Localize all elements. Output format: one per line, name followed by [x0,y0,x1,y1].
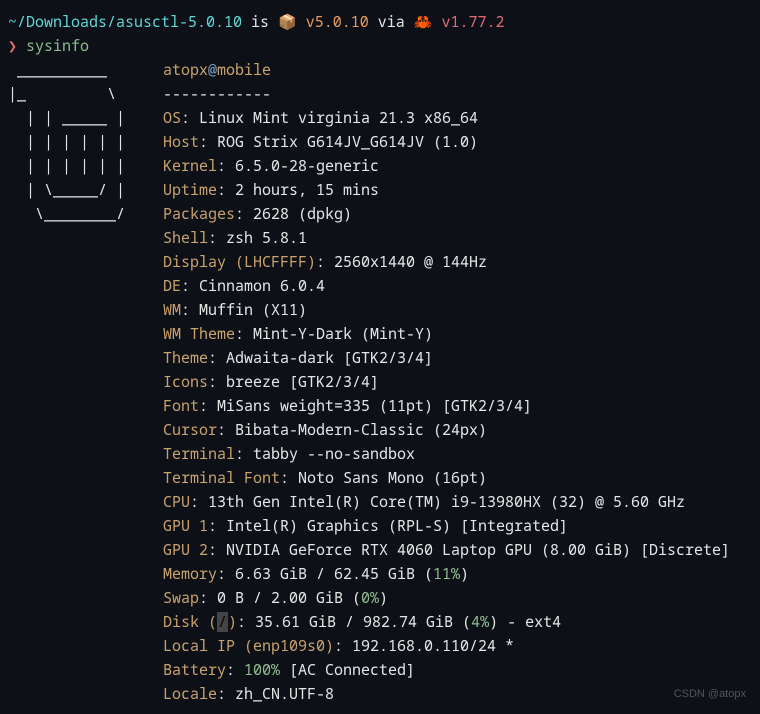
info-row: GPU 2: NVIDIA GeForce RTX 4060 Laptop GP… [163,538,752,562]
info-row: Icons: breeze [GTK2/3/4] [163,370,752,394]
info-label: Host [163,132,199,152]
info-value: : tabby --no-sandbox [235,444,415,464]
info-label: Uptime [163,180,217,200]
info-value: : Cinnamon 6.0.4 [181,276,325,296]
swap-pct: 0% [361,588,379,608]
info-value: : ROG Strix G614JV_G614JV (1.0) [199,132,478,152]
info-label: Terminal [163,444,235,464]
package-icon: 📦 [278,12,306,32]
info-row: Host: ROG Strix G614JV_G614JV (1.0) [163,130,752,154]
info-label: Kernel [163,156,217,176]
info-value: : Bibata-Modern-Classic (24px) [217,420,487,440]
info-label: CPU [163,492,190,512]
info-column: atopx@mobile ------------ OS: Linux Mint… [163,58,752,706]
info-row: Display (LHCFFFF): 2560x1440 @ 144Hz [163,250,752,274]
watermark: CSDN @atopx [674,686,746,704]
info-row: Packages: 2628 (dpkg) [163,202,752,226]
info-value: : 6.5.0-28-generic [217,156,379,176]
memory-pct: 11% [433,564,460,584]
command-text: sysinfo [26,36,89,56]
info-label: WM [163,300,181,320]
info-row: Shell: zsh 5.8.1 [163,226,752,250]
info-label: Shell [163,228,208,248]
info-value: : Intel(R) Graphics (RPL-S) [Integrated] [208,516,568,536]
user-host-line: atopx@mobile [163,58,752,82]
info-row: Terminal Font: Noto Sans Mono (16pt) [163,466,752,490]
info-value: : 2560x1440 @ 144Hz [316,252,487,272]
info-value: : 13th Gen Intel(R) Core(TM) i9-13980HX … [190,492,685,512]
info-row: Terminal: tabby --no-sandbox [163,442,752,466]
info-row: WM Theme: Mint-Y-Dark (Mint-Y) [163,322,752,346]
info-label: Font [163,396,199,416]
info-value: : Muffin (X11) [181,300,307,320]
info-label: GPU 2 [163,540,208,560]
crab-icon: 🦀 [414,12,442,32]
prompt-indicator: ❯ [8,36,26,56]
info-label: Display (LHCFFFF) [163,252,316,272]
username: atopx [163,60,208,80]
info-row: GPU 1: Intel(R) Graphics (RPL-S) [Integr… [163,514,752,538]
info-label: Theme [163,348,208,368]
info-row: DE: Cinnamon 6.0.4 [163,274,752,298]
disk-pct: 4% [471,612,489,632]
swap-row: Swap: 0 B / 2.00 GiB (0%) [163,586,752,610]
info-row: WM: Muffin (X11) [163,298,752,322]
info-value: : Mint-Y-Dark (Mint-Y) [235,324,433,344]
prompt-path: ~/Downloads/asusctl-5.0.10 [8,12,242,32]
hostname: mobile [217,60,271,80]
battery-pct: 100% [244,660,280,680]
battery-row: Battery: 100% [AC Connected] [163,658,752,682]
rust-version: v1.77.2 [441,12,504,32]
disk-mount: / [217,612,228,632]
sysinfo-output: __________ |_ \ | | _____ | | | | | | | … [8,58,752,706]
pkg-version: v5.0.10 [306,12,369,32]
localip-row: Local IP (enp109s0): 192.168.0.110/24 * [163,634,752,658]
info-label: Icons [163,372,208,392]
info-value: : 2628 (dpkg) [235,204,352,224]
info-value: : 2 hours, 15 mins [217,180,379,200]
ascii-logo: __________ |_ \ | | _____ | | | | | | | … [8,58,163,706]
info-value: : zsh 5.8.1 [208,228,307,248]
info-value: : Noto Sans Mono (16pt) [280,468,487,488]
prompt-line: ~/Downloads/asusctl-5.0.10 is 📦 v5.0.10 … [8,10,752,34]
memory-row: Memory: 6.63 GiB / 62.45 GiB (11%) [163,562,752,586]
info-label: Packages [163,204,235,224]
info-value: : NVIDIA GeForce RTX 4060 Laptop GPU (8.… [208,540,730,560]
info-label: WM Theme [163,324,235,344]
info-label: OS [163,108,181,128]
info-label: GPU 1 [163,516,208,536]
info-row: Cursor: Bibata-Modern-Classic (24px) [163,418,752,442]
info-value: : breeze [GTK2/3/4] [208,372,379,392]
info-row: Font: MiSans weight=335 (11pt) [GTK2/3/4… [163,394,752,418]
info-label: DE [163,276,181,296]
info-label: Cursor [163,420,217,440]
info-row: Theme: Adwaita-dark [GTK2/3/4] [163,346,752,370]
command-line[interactable]: ❯ sysinfo [8,34,752,58]
info-value: : MiSans weight=335 (11pt) [GTK2/3/4] [199,396,532,416]
info-row: Kernel: 6.5.0-28-generic [163,154,752,178]
info-value: : Adwaita-dark [GTK2/3/4] [208,348,433,368]
info-row: CPU: 13th Gen Intel(R) Core(TM) i9-13980… [163,490,752,514]
info-row: OS: Linux Mint virginia 21.3 x86_64 [163,106,752,130]
locale-row: Locale: zh_CN.UTF-8 [163,682,752,706]
info-label: Terminal Font [163,468,280,488]
info-value: : Linux Mint virginia 21.3 x86_64 [181,108,478,128]
separator: ------------ [163,82,752,106]
disk-row: Disk (/): 35.61 GiB / 982.74 GiB (4%) - … [163,610,752,634]
info-row: Uptime: 2 hours, 15 mins [163,178,752,202]
